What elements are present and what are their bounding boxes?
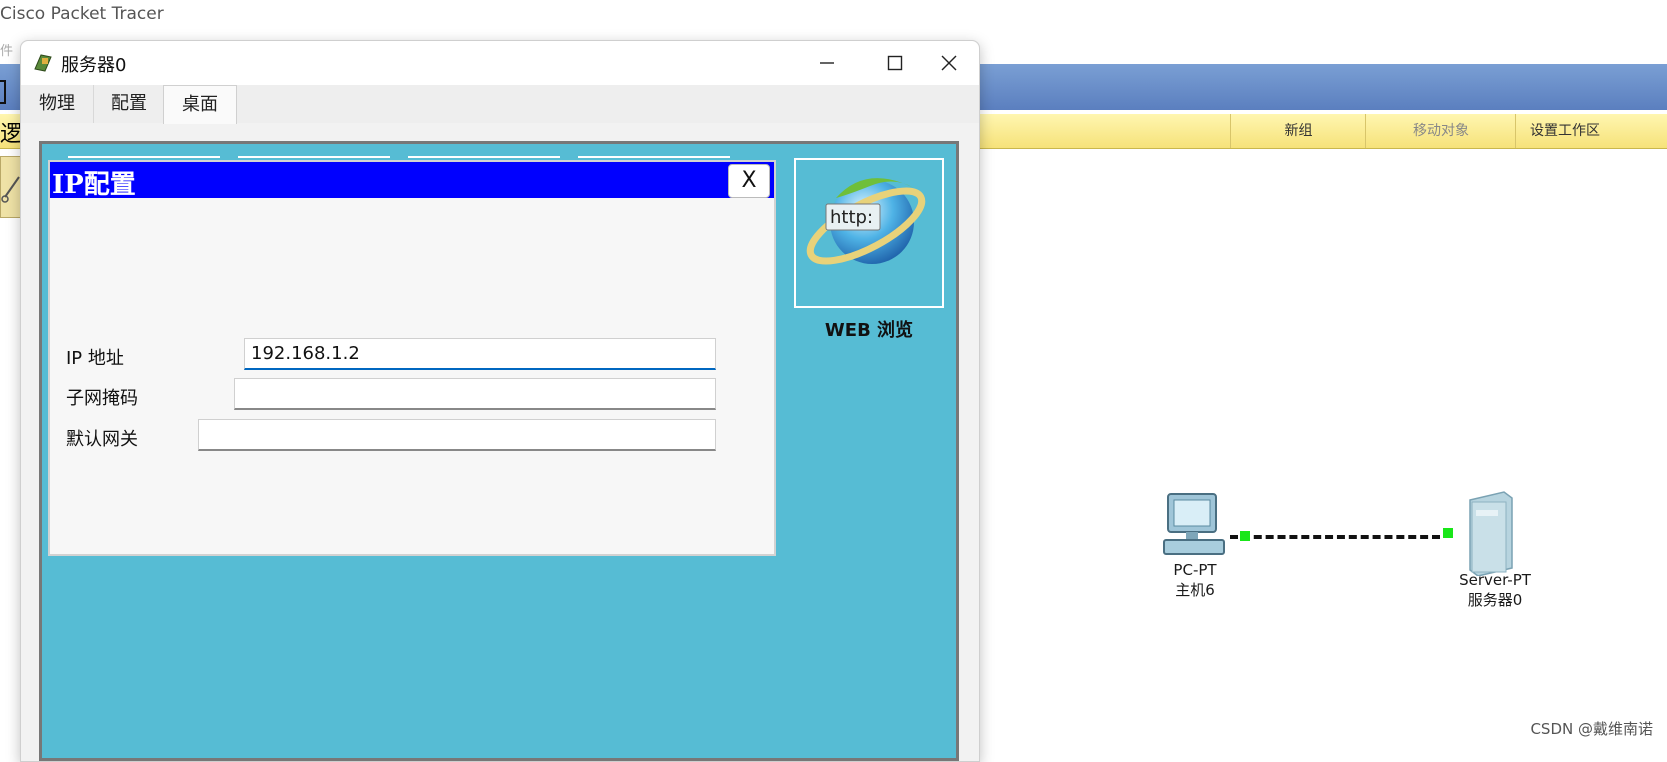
server-type: Server-PT: [1459, 571, 1531, 589]
ip-config-title: IP配置: [52, 170, 136, 200]
pc-device-icon[interactable]: [1160, 490, 1230, 562]
tab-physical[interactable]: 物理: [21, 85, 94, 123]
app-title: Cisco Packet Tracer: [0, 4, 164, 24]
logical-workspace-label[interactable]: 逻: [0, 116, 22, 148]
ip-address-input[interactable]: [244, 338, 716, 370]
http-icon-text: http:: [830, 207, 873, 228]
maximize-button[interactable]: [873, 47, 917, 79]
dialog-tabs: 物理 配置 桌面: [21, 85, 979, 124]
web-browser-icon: http:: [806, 178, 926, 265]
ip-config-titlebar[interactable]: IP配置 X: [50, 162, 774, 200]
default-gateway-label: 默认网关: [66, 429, 138, 450]
server-name: 服务器0: [1467, 591, 1523, 609]
tab-desktop[interactable]: 桌面: [163, 85, 237, 124]
subnet-mask-input[interactable]: [234, 378, 716, 410]
web-browser-label[interactable]: WEB 浏览: [794, 316, 944, 342]
ip-config-window: IP配置 X IP 地址 子网掩码 默认网关: [48, 160, 776, 556]
logical-canvas[interactable]: [980, 150, 1667, 747]
pc-name: 主机6: [1175, 581, 1215, 599]
ip-config-close-button[interactable]: X: [728, 164, 770, 198]
server-device-label: Server-PT 服务器0: [1440, 570, 1550, 610]
server-device-icon[interactable]: [1460, 490, 1520, 576]
new-cluster-button[interactable]: 新组: [1230, 114, 1366, 148]
dialog-title: 服务器0: [61, 55, 127, 76]
default-gateway-input[interactable]: [198, 419, 716, 451]
pc-type: PC-PT: [1173, 561, 1217, 579]
desktop-area: http: WEB 浏览 IP配置 X IP 地址 子网掩码 默认网关: [39, 141, 959, 761]
ip-address-label: IP 地址: [66, 348, 124, 369]
subnet-mask-label: 子网掩码: [66, 388, 138, 409]
ethernet-link[interactable]: [1230, 535, 1440, 539]
pc-device-label: PC-PT 主机6: [1150, 560, 1240, 600]
close-icon: [941, 55, 957, 71]
watermark: CSDN @戴维南诺: [1530, 720, 1653, 738]
pc-link-light: [1240, 531, 1250, 541]
maximize-icon: [887, 55, 903, 71]
dialog-titlebar[interactable]: 服务器0: [21, 41, 979, 85]
app-menu-stub[interactable]: 件: [0, 40, 13, 59]
toolbar-bracket-icon[interactable]: [0, 80, 6, 104]
server-dialog: 服务器0 物理 配置 桌面 http: WEB 浏览 IP配置 X IP 地址 …: [20, 40, 980, 762]
web-browser-tile[interactable]: http:: [794, 158, 944, 308]
tab-config[interactable]: 配置: [93, 85, 166, 123]
server-window-icon: [34, 54, 52, 72]
close-button[interactable]: [927, 47, 971, 79]
server-link-light: [1443, 528, 1453, 538]
move-object-button[interactable]: 移动对象: [1365, 114, 1516, 148]
minimize-button[interactable]: [805, 47, 849, 79]
minimize-icon: [820, 62, 834, 64]
set-workspace-button[interactable]: 设置工作区: [1515, 114, 1667, 148]
